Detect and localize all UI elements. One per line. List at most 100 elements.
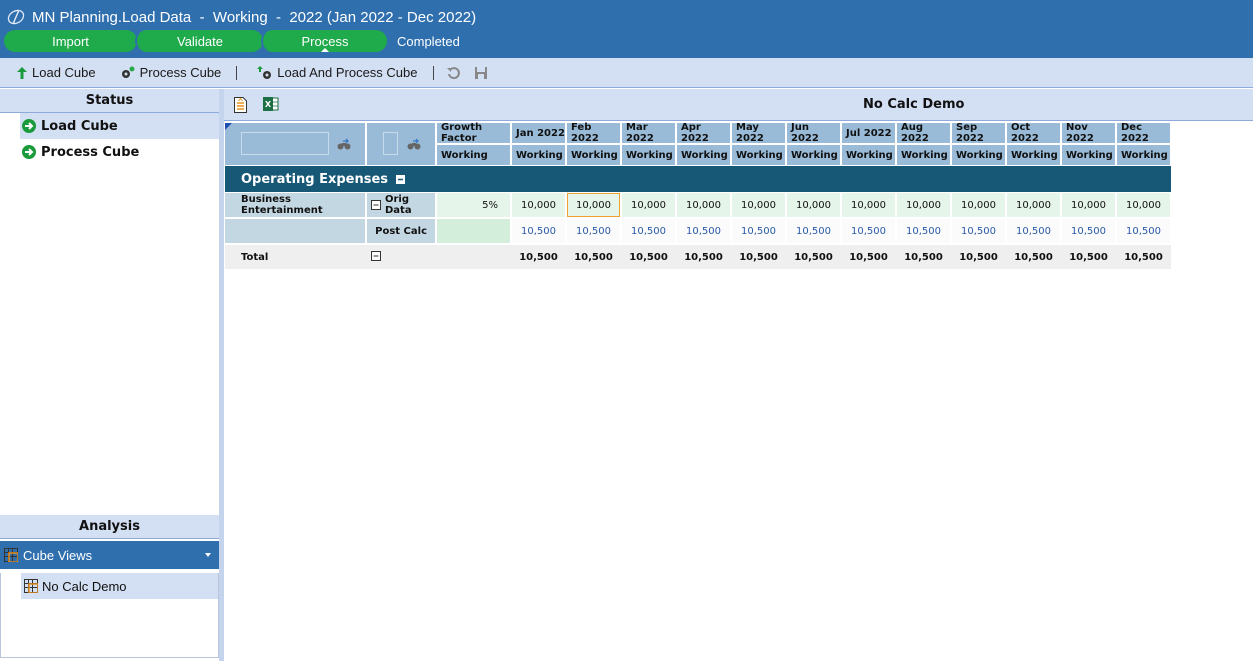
- data-cell-orig[interactable]: 10,000: [622, 193, 675, 217]
- growth-factor-cell[interactable]: [437, 219, 510, 243]
- row-filter-input[interactable]: [241, 132, 329, 155]
- toolbar: Load Cube Process Cube Load And Process …: [0, 58, 1253, 88]
- collapse-icon[interactable]: [396, 174, 406, 184]
- main-panel: X No Calc Demo Growth Factor Working Jan 2…: [224, 89, 1253, 661]
- column-header-scenario: Working: [567, 145, 620, 165]
- row-type-label: Orig Data: [385, 194, 412, 216]
- column-header-scenario: Working: [732, 145, 785, 165]
- column-header-period: Jul 2022: [842, 123, 895, 143]
- data-cell-post-calc[interactable]: 10,500: [1007, 219, 1060, 243]
- data-cell-orig[interactable]: 10,000: [1117, 193, 1170, 217]
- gear-icon: [121, 66, 135, 78]
- data-cell-orig[interactable]: 10,000: [897, 193, 950, 217]
- column-header-period: Jan 2022: [512, 123, 565, 143]
- step-label: Validate: [176, 33, 223, 49]
- column-header-scenario: Working: [512, 145, 565, 165]
- process-cube-button[interactable]: Process Cube: [120, 65, 221, 80]
- column-header-scenario: Working: [952, 145, 1005, 165]
- status-item-load-cube[interactable]: Load Cube: [20, 113, 219, 139]
- data-cell-orig[interactable]: 10,000: [512, 193, 565, 217]
- column-header-period: May 2022: [732, 122, 785, 144]
- refresh-button[interactable]: [446, 65, 462, 81]
- row-label-account-empty: [225, 219, 365, 243]
- column-header-period: Aug 2022: [897, 122, 950, 144]
- data-cell-post-calc[interactable]: 10,500: [732, 219, 785, 243]
- data-cell-total: 10,500: [684, 251, 723, 263]
- step-label: Import: [52, 33, 89, 49]
- cube-view-item-label: No Calc Demo: [42, 578, 127, 594]
- row-filter-input-2[interactable]: [383, 132, 398, 155]
- data-cell-orig[interactable]: 10,000: [567, 193, 620, 217]
- data-cell-total: 10,500: [1014, 251, 1053, 263]
- row-type-label: Post Calc: [375, 225, 427, 237]
- collapse-icon[interactable]: [371, 251, 381, 261]
- data-cell-total: 10,500: [739, 251, 778, 263]
- grid-table-icon: [4, 548, 18, 562]
- total-label: Total: [241, 251, 269, 263]
- cube-views-dropdown[interactable]: Cube Views: [0, 541, 219, 569]
- corner-indicator-icon: [225, 123, 232, 130]
- data-cell-total: 10,500: [794, 251, 833, 263]
- data-cell-post-calc[interactable]: 10,500: [842, 219, 895, 243]
- data-cell-orig[interactable]: 10,000: [1007, 193, 1060, 217]
- step-completed-status: Completed: [397, 33, 460, 49]
- svg-text:X: X: [265, 100, 272, 109]
- data-cell-post-calc[interactable]: 10,500: [1117, 219, 1170, 243]
- report-icon[interactable]: [234, 97, 247, 113]
- save-button[interactable]: [474, 66, 488, 80]
- data-cell-post-calc[interactable]: 10,500: [622, 219, 675, 243]
- binoculars-icon[interactable]: [337, 138, 351, 150]
- analysis-panel-title: Analysis: [79, 519, 140, 534]
- column-header-scenario: Working: [1007, 145, 1060, 165]
- toolbar-divider: [432, 65, 434, 80]
- data-cell-total: 10,500: [1124, 251, 1163, 263]
- data-cell-total: 10,500: [519, 251, 558, 263]
- data-cell-total: 10,500: [629, 251, 668, 263]
- row-dimension-header-2: [367, 123, 435, 165]
- workflow-steps: Import Validate Process Completed: [4, 30, 460, 52]
- row-dimension-header-1: [225, 123, 365, 165]
- data-cell-post-calc[interactable]: 10,500: [952, 219, 1005, 243]
- data-cell-orig[interactable]: 10,000: [1062, 193, 1115, 217]
- data-cell-post-calc[interactable]: 10,500: [567, 219, 620, 243]
- collapse-icon[interactable]: [371, 200, 381, 210]
- step-validate[interactable]: Validate: [135, 30, 263, 52]
- data-cell-post-calc[interactable]: 10,500: [897, 219, 950, 243]
- step-import[interactable]: Import: [4, 30, 137, 52]
- binoculars-icon[interactable]: [407, 138, 421, 150]
- data-cell-orig[interactable]: 10,000: [952, 193, 1005, 217]
- arrow-up-icon: [17, 66, 27, 79]
- green-arrow-circle-icon: [22, 119, 36, 133]
- app-window: MN Planning.Load Data - Working - 2022 (…: [0, 0, 1253, 661]
- data-cell-orig[interactable]: 10,000: [732, 193, 785, 217]
- app-logo-icon: [7, 9, 25, 25]
- column-header-period: Apr 2022: [677, 122, 730, 144]
- window-title: MN Planning.Load Data - Working - 2022 (…: [32, 8, 477, 26]
- cube-views-label: Cube Views: [23, 547, 93, 563]
- column-header-scenario: Working: [842, 145, 895, 165]
- data-cell-post-calc[interactable]: 10,500: [512, 219, 565, 243]
- excel-icon[interactable]: X: [263, 96, 279, 112]
- status-panel-title: Status: [85, 93, 134, 108]
- load-cube-button[interactable]: Load Cube: [16, 65, 96, 80]
- data-cell-post-calc[interactable]: 10,500: [787, 219, 840, 243]
- status-item-process-cube[interactable]: Process Cube: [0, 139, 219, 165]
- growth-factor-cell[interactable]: 5%: [437, 193, 510, 217]
- data-cell-post-calc[interactable]: 10,500: [677, 219, 730, 243]
- data-cell-orig[interactable]: 10,000: [842, 193, 895, 217]
- data-cell-post-calc[interactable]: 10,500: [1062, 219, 1115, 243]
- column-header-period: Nov 2022: [1062, 122, 1115, 144]
- step-process[interactable]: Process: [261, 30, 387, 52]
- load-and-process-cube-button[interactable]: Load And Process Cube: [257, 65, 418, 80]
- load-cube-label: Load Cube: [32, 65, 96, 80]
- data-cell-total: 10,500: [849, 251, 888, 263]
- data-cell-orig[interactable]: 10,000: [787, 193, 840, 217]
- data-cell-total: 10,500: [574, 251, 613, 263]
- cube-view-item-no-calc-demo[interactable]: No Calc Demo: [21, 573, 218, 599]
- step-label: Process: [301, 33, 349, 49]
- column-header-period: Sep 2022: [952, 122, 1005, 144]
- green-arrow-circle-icon: [22, 145, 36, 159]
- data-cell-orig[interactable]: 10,000: [677, 193, 730, 217]
- row-label-account: Business Entertainment: [225, 193, 365, 217]
- column-header-period: Feb 2022: [567, 122, 620, 144]
